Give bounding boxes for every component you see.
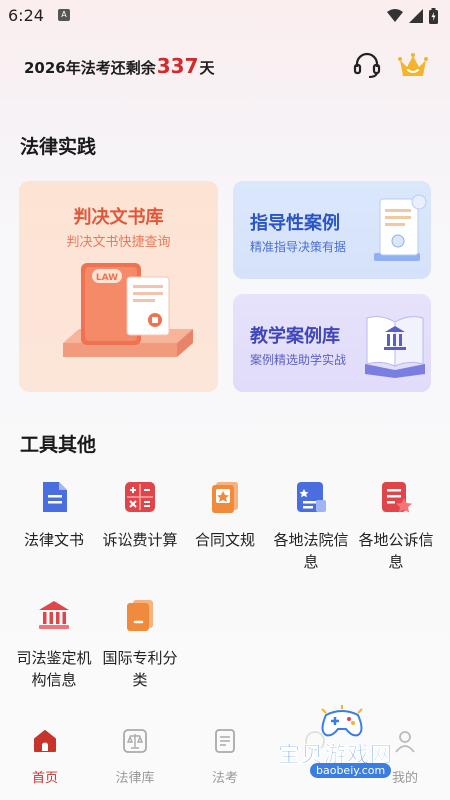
section-title-practice: 法律实践 — [20, 136, 97, 158]
judgment-library-card[interactable]: 判决文书库 判决文书快捷查询 LAW — [19, 181, 218, 392]
tab-label: 法律库 — [115, 771, 155, 786]
crown-icon — [398, 53, 428, 76]
headset-icon — [353, 52, 381, 78]
wifi-icon — [387, 9, 403, 22]
watermark: 宝贝游戏网 baobeiy.com — [272, 703, 422, 781]
tab-label: 法考 — [211, 771, 238, 786]
tool-label: 合同文规 — [194, 531, 255, 549]
tool-label: 国际专利分类 — [102, 649, 178, 689]
tool-label: 各地法院信息 — [273, 531, 349, 571]
institution-icon — [39, 601, 69, 629]
tab-home[interactable]: 首页 — [0, 728, 90, 786]
tool-court-info[interactable]: 各地法院信息 — [266, 480, 356, 573]
patent-book-icon — [127, 600, 153, 631]
contract-icon — [212, 482, 238, 513]
exam-countdown: 2026年法考还剩余 337 天 — [24, 54, 215, 78]
vip-button[interactable] — [397, 50, 429, 80]
tab-law-library[interactable]: 法律库 — [90, 728, 180, 786]
judgment-card-title: 判决文书库 — [73, 207, 164, 228]
status-bar: 6:24 A — [0, 0, 450, 32]
guiding-cases-card[interactable]: 指导性案例 精准指导决策有据 — [233, 181, 431, 279]
tool-international-patent-classification[interactable]: 国际专利分类 — [95, 598, 185, 691]
guiding-card-subtitle: 精准指导决策有据 — [250, 240, 347, 254]
tool-label: 法律文书 — [23, 531, 84, 549]
scroll-document-icon — [374, 194, 427, 261]
tool-legal-documents[interactable]: 法律文书 — [9, 480, 99, 551]
status-time: 6:24 — [8, 6, 44, 25]
countdown-days: 337 — [156, 54, 199, 78]
tool-label: 司法鉴定机构信息 — [16, 649, 92, 689]
tab-law-exam[interactable]: 法考 — [180, 728, 270, 786]
countdown-prefix: 2026年法考还剩余 — [24, 59, 156, 77]
section-title-tools: 工具其他 — [20, 434, 97, 456]
judgment-card-subtitle: 判决文书快捷查询 — [66, 235, 171, 250]
prosecution-icon — [382, 482, 412, 513]
signal-icon — [409, 9, 423, 23]
header: 2026年法考还剩余 337 天 — [0, 46, 450, 86]
battery-icon — [429, 8, 438, 24]
tool-contract-rules[interactable]: 合同文规 — [180, 480, 270, 551]
exam-icon — [215, 729, 235, 753]
tool-judicial-appraisal-info[interactable]: 司法鉴定机构信息 — [9, 598, 99, 691]
gamepad-icon — [321, 705, 363, 737]
watermark-url: baobeiy.com — [310, 763, 392, 778]
customer-service-button[interactable] — [352, 50, 382, 80]
countdown-suffix: 天 — [199, 59, 215, 77]
tab-label: 首页 — [31, 771, 58, 786]
home-icon — [34, 730, 56, 752]
court-list-icon — [297, 482, 326, 512]
guiding-card-title: 指导性案例 — [250, 213, 340, 234]
notification-app-icon: A — [58, 9, 70, 21]
open-book-court-icon — [365, 316, 425, 378]
document-icon — [43, 482, 67, 512]
law-book-icon: LAW — [63, 263, 193, 357]
law-badge: LAW — [96, 273, 118, 283]
tool-label: 诉讼费计算 — [102, 531, 178, 549]
teaching-card-title: 教学案例库 — [250, 326, 340, 347]
teaching-card-subtitle: 案例精选助学实战 — [250, 353, 347, 367]
scale-icon — [123, 729, 147, 753]
status-icons — [387, 8, 438, 24]
tool-litigation-fee-calculator[interactable]: 诉讼费计算 — [95, 480, 185, 551]
teaching-cases-card[interactable]: 教学案例库 案例精选助学实战 — [233, 294, 431, 392]
tool-prosecution-info[interactable]: 各地公诉信息 — [351, 480, 441, 573]
calculator-icon — [125, 482, 155, 512]
tool-label: 各地公诉信息 — [358, 531, 434, 571]
